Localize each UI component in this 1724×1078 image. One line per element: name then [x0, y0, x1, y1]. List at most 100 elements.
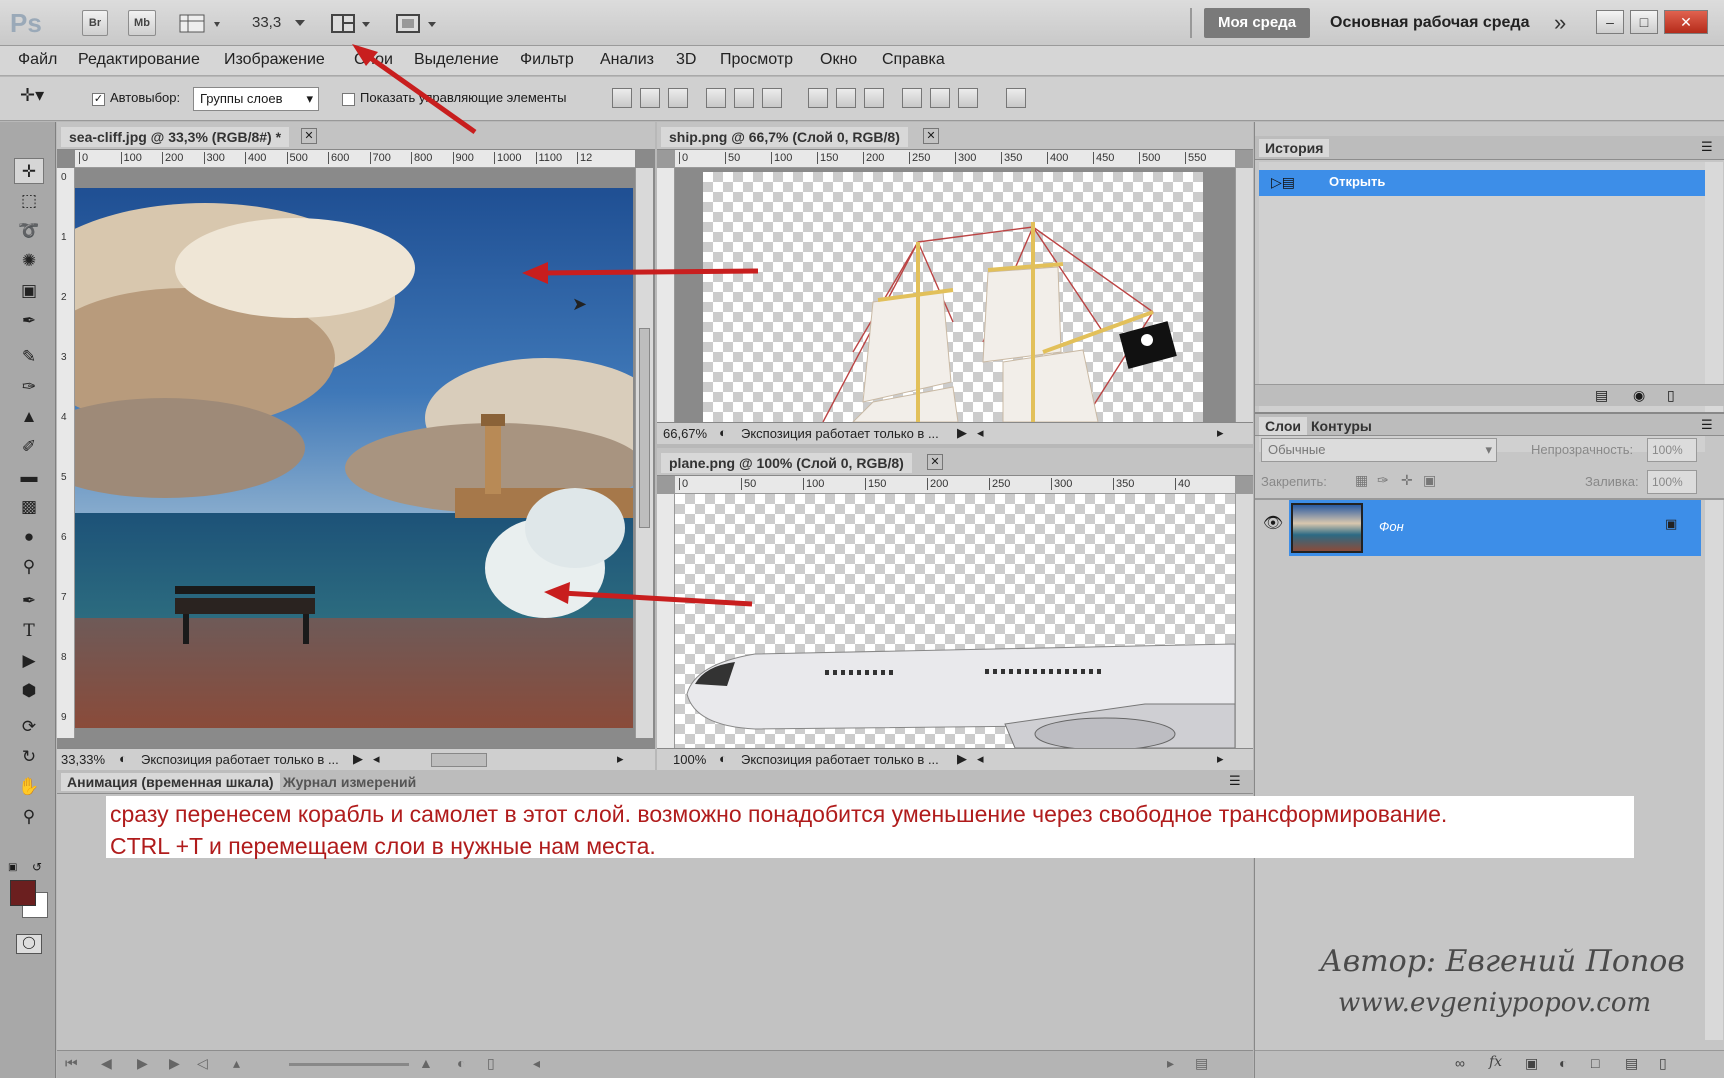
vertical-scrollbar[interactable] — [1705, 162, 1723, 412]
camera-icon[interactable]: ◉ — [1633, 387, 1645, 404]
panel-menu-icon[interactable]: ☰ — [1701, 417, 1713, 433]
layer-style-icon[interactable]: fx — [1489, 1054, 1502, 1070]
scrollbar-thumb[interactable] — [639, 328, 650, 528]
menu-help[interactable]: Справка — [882, 51, 945, 69]
tab-paths[interactable]: Контуры — [1305, 417, 1378, 435]
frame-animation-icon[interactable]: ▤ — [1195, 1055, 1208, 1072]
align-top-icon[interactable] — [612, 88, 632, 108]
lock-position-icon[interactable]: ✛ — [1401, 472, 1413, 489]
menu-edit[interactable]: Редактирование — [78, 51, 200, 69]
new-layer-icon[interactable]: ▤ — [1625, 1055, 1638, 1072]
maximize-button[interactable]: □ — [1630, 10, 1658, 34]
close-tab-icon[interactable]: ✕ — [923, 128, 939, 144]
distribute-top-icon[interactable] — [808, 88, 828, 108]
previous-frame-icon[interactable]: ◀ — [101, 1055, 112, 1072]
minibridge-button[interactable]: Mb — [128, 10, 156, 36]
lock-paint-icon[interactable]: ✑ — [1377, 472, 1389, 489]
menu-file[interactable]: Файл — [18, 51, 57, 69]
new-document-from-state-icon[interactable]: ▤ — [1595, 387, 1608, 404]
vertical-scrollbar[interactable] — [635, 168, 653, 738]
first-frame-icon[interactable]: ⏮ — [65, 1055, 78, 1072]
align-hcenter-icon[interactable] — [734, 88, 754, 108]
swap-colors-icon[interactable]: ↺ — [32, 860, 42, 874]
hand-tool-icon[interactable]: ✋ — [14, 774, 44, 800]
close-tab-icon[interactable]: ✕ — [927, 454, 943, 470]
zoom-out-icon[interactable]: ▴ — [233, 1055, 240, 1072]
menu-filter[interactable]: Фильтр — [520, 51, 574, 69]
3d-orbit-icon[interactable]: ↻ — [14, 744, 44, 770]
foreground-color-swatch[interactable] — [10, 880, 36, 906]
magic-wand-icon[interactable]: ✺ — [14, 248, 44, 274]
menu-3d[interactable]: 3D — [676, 51, 696, 69]
adjustment-layer-icon[interactable]: ◐ — [1559, 1055, 1567, 1071]
eraser-icon[interactable]: ▬ — [14, 464, 44, 490]
path-select-icon[interactable]: ▶ — [14, 648, 44, 674]
vertical-scrollbar[interactable] — [1235, 494, 1253, 748]
close-tab-icon[interactable]: ✕ — [301, 128, 317, 144]
panel-menu-icon[interactable]: ☰ — [1701, 139, 1713, 155]
history-item-open[interactable]: ▷▤ Открыть — [1259, 170, 1705, 196]
vertical-scrollbar[interactable] — [1235, 168, 1253, 422]
healing-brush-icon[interactable]: ✎ — [14, 344, 44, 370]
show-transform-checkbox[interactable] — [342, 93, 355, 106]
quick-mask-icon[interactable]: ◯ — [16, 934, 42, 954]
align-left-icon[interactable] — [706, 88, 726, 108]
panel-menu-icon[interactable]: ☰ — [1229, 773, 1241, 789]
distribute-left-icon[interactable] — [902, 88, 922, 108]
vertical-scrollbar[interactable] — [1705, 500, 1723, 1040]
play-icon[interactable]: ▶ — [137, 1055, 148, 1072]
blend-mode-select[interactable]: Обычные ▾ — [1261, 438, 1497, 462]
audio-icon[interactable]: ◁ — [197, 1055, 208, 1072]
menu-select[interactable]: Выделение — [414, 51, 499, 69]
scroll-left-icon[interactable]: ◂ — [533, 1055, 540, 1072]
status-menu-arrow-icon[interactable]: ▶ — [353, 751, 363, 767]
brush-tool-icon[interactable]: ✑ — [14, 374, 44, 400]
scroll-left-icon[interactable]: ◂ — [977, 425, 984, 441]
zoom-field[interactable]: 33,33% — [61, 752, 105, 767]
history-brush-icon[interactable]: ✐ — [14, 434, 44, 460]
ship-canvas[interactable] — [703, 172, 1203, 423]
crop-tool-icon[interactable]: ▣ — [14, 278, 44, 304]
move-tool-preset-icon[interactable]: ✛▾ — [20, 85, 72, 113]
plane-canvas[interactable] — [675, 494, 1236, 751]
menu-window[interactable]: Окно — [820, 51, 857, 69]
tab-layers[interactable]: Слои — [1259, 417, 1307, 435]
view-extras-button[interactable] — [178, 12, 226, 36]
layer-mask-icon[interactable]: ▣ — [1525, 1055, 1538, 1072]
move-tool-icon[interactable]: ✛ — [14, 158, 44, 184]
align-right-icon[interactable] — [762, 88, 782, 108]
horizontal-scrollbar-thumb[interactable] — [431, 753, 487, 767]
menu-image[interactable]: Изображение — [224, 51, 325, 69]
3d-rotate-icon[interactable]: ⟳ — [14, 714, 44, 740]
dodge-tool-icon[interactable]: ⚲ — [14, 554, 44, 580]
status-menu-arrow-icon[interactable]: ▶ — [957, 751, 967, 767]
workspace-essentials[interactable]: Основная рабочая среда — [1330, 14, 1529, 32]
status-menu-arrow-icon[interactable]: ▶ — [957, 425, 967, 441]
chevron-down-icon[interactable] — [294, 18, 306, 28]
zoom-level[interactable]: 33,3 — [252, 14, 281, 31]
distribute-vcenter-icon[interactable] — [836, 88, 856, 108]
tab-measurement-log[interactable]: Журнал измерений — [277, 773, 422, 791]
gradient-tool-icon[interactable]: ▩ — [14, 494, 44, 520]
document-tab-sea[interactable]: sea-cliff.jpg @ 33,3% (RGB/8#) * — [61, 127, 290, 147]
workspace-button-my[interactable]: Моя среда — [1204, 8, 1310, 38]
fill-field[interactable]: 100% — [1647, 470, 1697, 494]
layer-row-background[interactable]: Фон ▣ — [1289, 500, 1701, 556]
eyedropper-icon[interactable]: ✒ — [14, 308, 44, 334]
type-tool-icon[interactable]: T — [14, 618, 44, 644]
visibility-eye-icon[interactable]: 👁 — [1259, 504, 1287, 544]
auto-align-icon[interactable] — [1006, 88, 1026, 108]
marquee-tool-icon[interactable]: ⬚ — [14, 188, 44, 214]
sea-cliff-photo[interactable] — [75, 188, 633, 728]
zoom-slider[interactable] — [289, 1063, 409, 1066]
pen-tool-icon[interactable]: ✒ — [14, 588, 44, 614]
close-window-button[interactable]: ✕ — [1664, 10, 1708, 34]
zoom-field[interactable]: 100% — [673, 752, 706, 767]
convert-frames-icon[interactable]: ◐ — [457, 1055, 465, 1071]
menu-analysis[interactable]: Анализ — [600, 51, 654, 69]
trash-icon[interactable]: ▯ — [1667, 387, 1675, 404]
distribute-bottom-icon[interactable] — [864, 88, 884, 108]
bridge-button[interactable]: Br — [82, 10, 108, 36]
zoom-in-icon[interactable]: ▲ — [419, 1055, 433, 1071]
next-frame-icon[interactable]: ▶ — [169, 1055, 180, 1072]
